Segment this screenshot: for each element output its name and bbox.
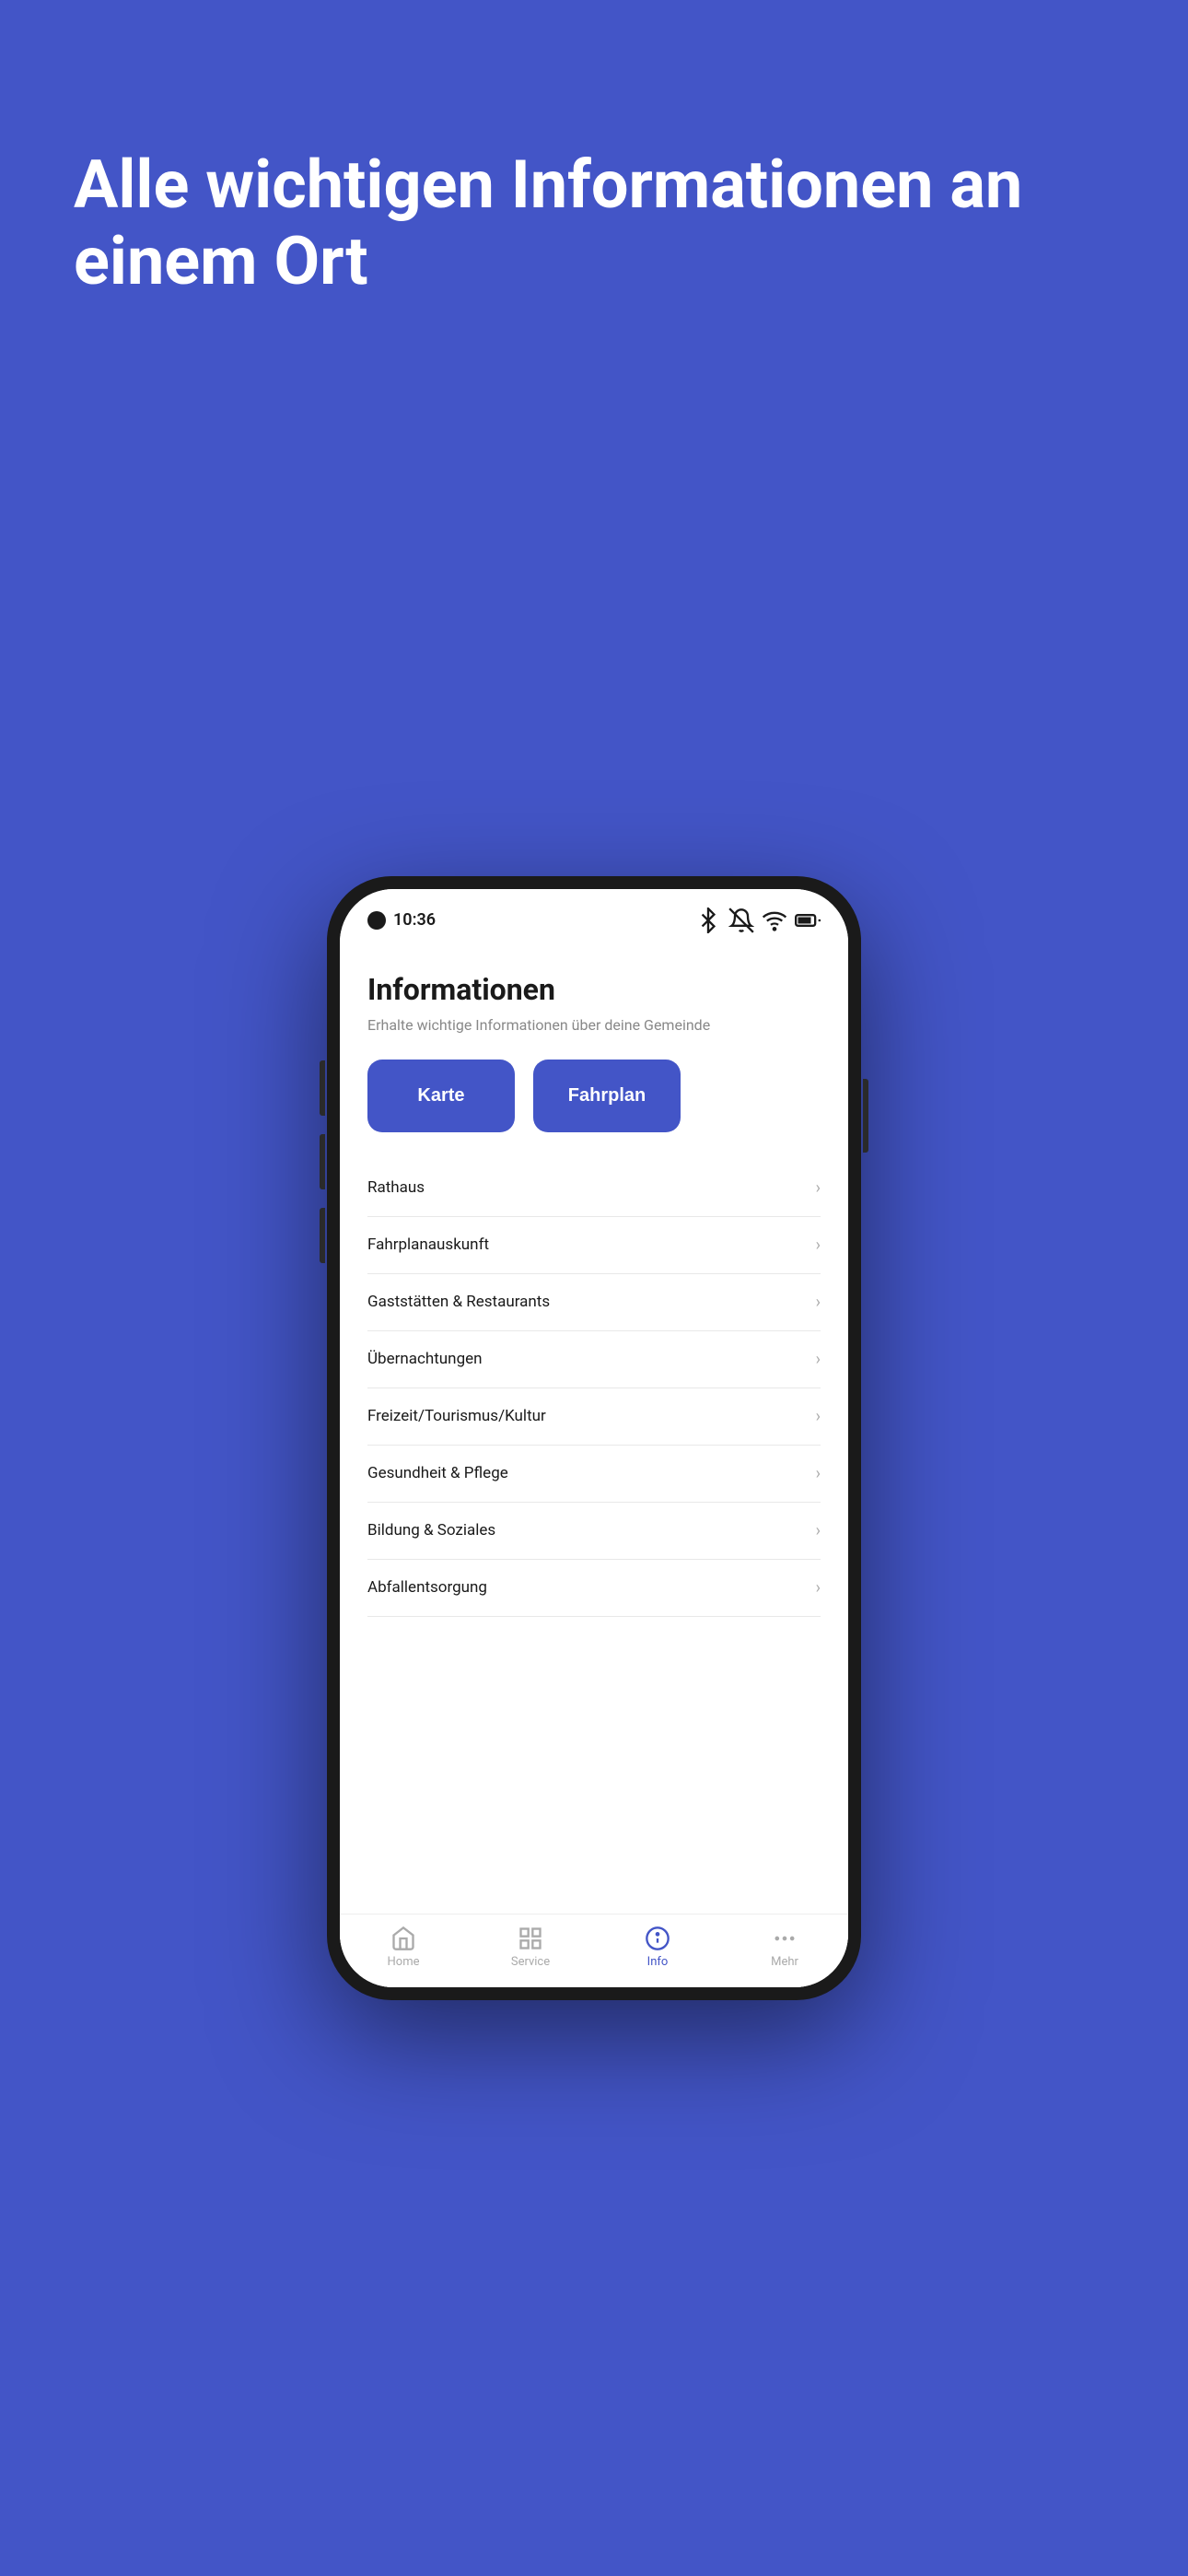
more-icon bbox=[772, 1926, 798, 1951]
menu-item-label: Abfallentsorgung bbox=[367, 1578, 487, 1597]
vol-button-1 bbox=[320, 1134, 325, 1189]
status-time: 10:36 bbox=[367, 910, 436, 930]
nav-label-service: Service bbox=[511, 1955, 550, 1969]
grid-icon bbox=[518, 1926, 543, 1951]
status-bar: 10:36 bbox=[340, 889, 848, 944]
menu-item-freizeit[interactable]: Freizeit/Tourismus/Kultur › bbox=[367, 1388, 821, 1446]
chevron-icon: › bbox=[816, 1293, 821, 1312]
hero-section: Alle wichtigen Informationen an einem Or… bbox=[0, 0, 1188, 356]
menu-item-abfall[interactable]: Abfallentsorgung › bbox=[367, 1560, 821, 1617]
nav-item-home[interactable]: Home bbox=[367, 1926, 440, 1969]
nav-label-info: Info bbox=[647, 1955, 669, 1969]
menu-list: Rathaus › Fahrplanauskunft › Gaststätten… bbox=[367, 1160, 821, 1617]
phone-device: 10:36 bbox=[327, 876, 861, 2000]
app-main: Informationen Erhalte wichtige Informati… bbox=[340, 944, 848, 1914]
nav-label-home: Home bbox=[388, 1955, 420, 1969]
home-icon bbox=[390, 1926, 416, 1951]
menu-item-label: Fahrplanauskunft bbox=[367, 1235, 489, 1254]
status-icons bbox=[695, 907, 821, 933]
menu-item-rathaus[interactable]: Rathaus › bbox=[367, 1160, 821, 1217]
app-content: Informationen Erhalte wichtige Informati… bbox=[340, 944, 848, 1987]
chevron-icon: › bbox=[816, 1578, 821, 1598]
nav-item-service[interactable]: Service bbox=[494, 1926, 567, 1969]
quick-buttons: Karte Fahrplan bbox=[367, 1060, 821, 1132]
nav-item-mehr[interactable]: Mehr bbox=[748, 1926, 821, 1969]
battery-icon bbox=[795, 907, 821, 933]
menu-item-gaststaetten[interactable]: Gaststätten & Restaurants › bbox=[367, 1274, 821, 1331]
phone-wrapper: 10:36 bbox=[327, 356, 861, 2576]
menu-item-uebernachtungen[interactable]: Übernachtungen › bbox=[367, 1331, 821, 1388]
nav-item-info[interactable]: Info bbox=[621, 1926, 694, 1969]
bottom-nav: Home Service bbox=[340, 1914, 848, 1987]
bluetooth-icon bbox=[695, 907, 721, 933]
info-circle-icon bbox=[645, 1926, 670, 1951]
menu-item-bildung[interactable]: Bildung & Soziales › bbox=[367, 1503, 821, 1560]
phone-screen: 10:36 bbox=[340, 889, 848, 1987]
chevron-icon: › bbox=[816, 1464, 821, 1483]
menu-item-label: Freizeit/Tourismus/Kultur bbox=[367, 1407, 546, 1425]
chevron-icon: › bbox=[816, 1521, 821, 1540]
chevron-icon: › bbox=[816, 1407, 821, 1426]
menu-item-label: Übernachtungen bbox=[367, 1350, 483, 1368]
nav-label-mehr: Mehr bbox=[771, 1955, 798, 1969]
chevron-icon: › bbox=[816, 1178, 821, 1198]
app-subtitle: Erhalte wichtige Informationen über dein… bbox=[367, 1016, 821, 1034]
menu-item-gesundheit[interactable]: Gesundheit & Pflege › bbox=[367, 1446, 821, 1503]
camera-icon bbox=[367, 911, 386, 930]
vol-button-2 bbox=[320, 1208, 325, 1263]
wifi-icon bbox=[762, 907, 787, 933]
app-title: Informationen bbox=[367, 972, 821, 1007]
menu-item-label: Gesundheit & Pflege bbox=[367, 1464, 508, 1482]
chevron-icon: › bbox=[816, 1235, 821, 1255]
menu-item-label: Gaststätten & Restaurants bbox=[367, 1293, 550, 1311]
menu-item-fahrplanauskunft[interactable]: Fahrplanauskunft › bbox=[367, 1217, 821, 1274]
menu-item-label: Bildung & Soziales bbox=[367, 1521, 495, 1540]
bell-muted-icon bbox=[728, 907, 754, 933]
chevron-icon: › bbox=[816, 1350, 821, 1369]
menu-item-label: Rathaus bbox=[367, 1178, 425, 1197]
karte-button[interactable]: Karte bbox=[367, 1060, 515, 1132]
hero-title: Alle wichtigen Informationen an einem Or… bbox=[74, 147, 1114, 300]
fahrplan-button[interactable]: Fahrplan bbox=[533, 1060, 681, 1132]
